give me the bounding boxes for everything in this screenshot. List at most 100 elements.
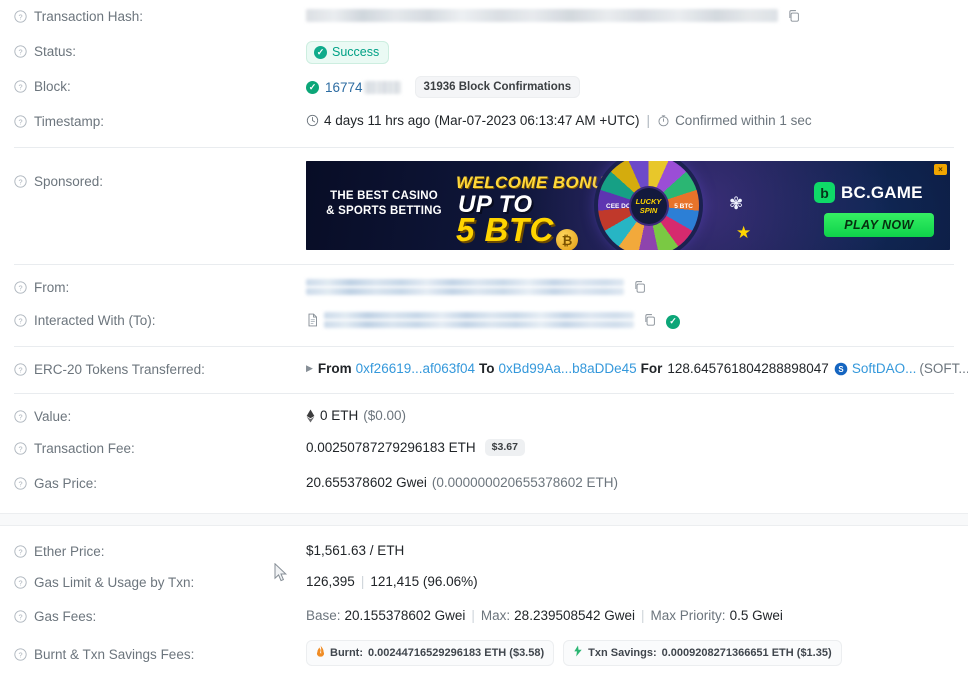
gas-limit-separator: | (360, 574, 365, 589)
label-text: Transaction Hash: (34, 9, 144, 24)
erc20-from-address[interactable]: 0xf26619...af063f04 (356, 359, 475, 378)
banner-brand-logo: b BC.GAME (814, 182, 923, 203)
contract-document-icon (306, 313, 319, 327)
row-transaction-fee: ? Transaction Fee: 0.00250787279296183 E… (0, 428, 968, 462)
banner-amount-text: 5 BTC (456, 211, 554, 248)
svg-text:?: ? (18, 547, 22, 556)
svg-text:?: ? (18, 479, 22, 488)
help-icon[interactable]: ? (14, 363, 27, 376)
burnt-fee-value: 0.00244716529296183 ETH ($3.58) (368, 647, 545, 659)
softdao-token-icon: S (834, 362, 848, 376)
banner-tagline-line1: THE BEST CASINO (330, 190, 438, 202)
label-text: Status: (34, 44, 77, 59)
erc20-token-symbol: (SOFT...) (919, 361, 968, 376)
burnt-fee-badge: Burnt: 0.00244716529296183 ETH ($3.58) (306, 640, 555, 666)
help-icon[interactable]: ? (14, 10, 27, 23)
redacted-block-number-suffix (363, 80, 401, 94)
label-transaction-fee: ? Transaction Fee: (14, 438, 306, 458)
help-icon[interactable]: ? (14, 545, 27, 558)
brand-name: BC.GAME (841, 182, 923, 202)
row-interacted-with: ? Interacted With (To): ✓ (0, 299, 968, 333)
row-status: ? Status: ✓ Success (0, 34, 968, 68)
value-amount: 0 ETH (320, 408, 359, 423)
row-gas-fees: ? Gas Fees: Base: 20.155378602 Gwei | Ma… (0, 595, 968, 629)
row-erc20-tokens-transferred: ? ERC-20 Tokens Transferred: ▶ From 0xf2… (0, 347, 968, 381)
brand-mark-icon: b (814, 182, 835, 203)
label-sponsored: ? Sponsored: (14, 161, 306, 191)
erc20-token-name[interactable]: SoftDAO... (852, 359, 917, 378)
label-from: ? From: (14, 277, 306, 297)
svg-text:?: ? (18, 365, 22, 374)
help-icon[interactable]: ? (14, 175, 27, 188)
label-text: Interacted With (To): (34, 313, 156, 328)
help-icon[interactable]: ? (14, 80, 27, 93)
txn-savings-badge: Txn Savings: 0.0009208271366651 ETH ($1.… (563, 640, 842, 666)
help-icon[interactable]: ? (14, 477, 27, 490)
help-icon[interactable]: ? (14, 115, 27, 128)
sponsored-banner-container[interactable]: THE BEST CASINO & SPORTS BETTING WELCOME… (306, 161, 954, 250)
help-icon[interactable]: ? (14, 45, 27, 58)
label-status: ? Status: (14, 41, 306, 61)
help-icon[interactable]: ? (14, 281, 27, 294)
gas-fees-priority-label: Max Priority: (650, 608, 726, 623)
copy-icon[interactable] (633, 280, 646, 293)
block-confirmations-badge: 31936 Block Confirmations (414, 76, 581, 98)
stopwatch-icon (657, 114, 670, 127)
value-gas-price: 20.655378602 Gwei (0.000000020655378602 … (306, 473, 954, 492)
erc20-from-word: From (317, 361, 352, 376)
svg-text:?: ? (18, 412, 22, 421)
help-icon[interactable]: ? (14, 442, 27, 455)
redacted-from-address[interactable] (306, 278, 624, 295)
block-number[interactable]: 16774 (325, 78, 363, 97)
label-text: Gas Fees: (34, 609, 97, 624)
caret-right-icon[interactable]: ▶ (306, 359, 313, 378)
label-text: Transaction Fee: (34, 441, 135, 456)
copy-icon[interactable] (787, 9, 800, 22)
erc20-to-address[interactable]: 0xBd99Aa...b8aDDe45 (499, 359, 637, 378)
svg-text:?: ? (18, 12, 22, 21)
row-gas-limit-usage: ? Gas Limit & Usage by Txn: 126,395 | 12… (0, 561, 968, 595)
svg-text:?: ? (18, 444, 22, 453)
copy-icon[interactable] (643, 313, 656, 326)
row-gas-price: ? Gas Price: 20.655378602 Gwei (0.000000… (0, 462, 968, 496)
svg-text:?: ? (18, 82, 22, 91)
transaction-fee-amount: 0.00250787279296183 ETH (306, 440, 476, 455)
sponsored-banner[interactable]: THE BEST CASINO & SPORTS BETTING WELCOME… (306, 161, 950, 250)
play-now-button[interactable]: PLAY NOW (824, 213, 934, 237)
label-text: Block: (34, 79, 71, 94)
check-circle-icon: ✓ (306, 80, 319, 94)
timestamp-absolute: (Mar-07-2023 06:13:47 AM +UTC) (434, 113, 640, 128)
banner-welcome-text: WELCOME BONUS (456, 173, 617, 192)
row-timestamp: ? Timestamp: 4 days 11 hrs ago (Mar-07-2… (0, 102, 968, 136)
gas-fees-base-label: Base: (306, 608, 341, 623)
gas-price-gwei: 20.655378602 Gwei (306, 475, 427, 490)
redacted-to-address[interactable] (324, 311, 634, 328)
label-text: Burnt & Txn Savings Fees: (34, 647, 195, 662)
label-erc20: ? ERC-20 Tokens Transferred: (14, 359, 306, 379)
row-block: ? Block: ✓ 16774 31936 Block Confirmatio… (0, 68, 968, 102)
gas-limit: 126,395 (306, 574, 355, 589)
value-ether-price: $1,561.63 / ETH (306, 543, 405, 558)
gas-fees-max-label: Max: (480, 608, 511, 623)
label-ether-price: ? Ether Price: (14, 541, 306, 561)
help-icon[interactable]: ? (14, 576, 27, 589)
close-icon[interactable]: × (934, 164, 947, 175)
row-from: ? From: (0, 265, 968, 299)
timestamp-relative: 4 days 11 hrs ago (324, 113, 431, 128)
label-gas-limit-usage: ? Gas Limit & Usage by Txn: (14, 572, 306, 592)
label-text: From: (34, 280, 70, 295)
row-ether-price: ? Ether Price: $1,561.63 / ETH (0, 526, 968, 561)
mouse-cursor (274, 562, 288, 583)
label-text: Gas Price: (34, 476, 98, 491)
label-gas-price: ? Gas Price: (14, 473, 306, 493)
erc20-to-word: To (479, 361, 495, 376)
wheel-label-right: 5 BTC (674, 203, 693, 210)
redacted-transaction-hash (306, 9, 778, 22)
label-interacted-with: ? Interacted With (To): (14, 310, 306, 330)
help-icon[interactable]: ? (14, 314, 27, 327)
help-icon[interactable]: ? (14, 410, 27, 423)
label-value: ? Value: (14, 406, 306, 426)
help-icon[interactable]: ? (14, 648, 27, 661)
gas-fees-separator-1: | (471, 608, 475, 623)
help-icon[interactable]: ? (14, 610, 27, 623)
